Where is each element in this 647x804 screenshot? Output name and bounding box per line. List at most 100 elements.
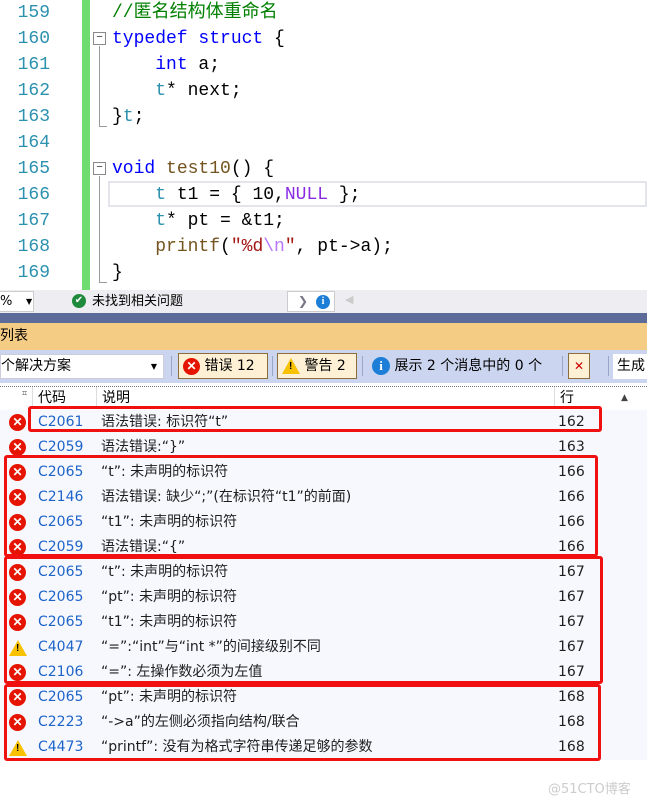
clear-filter-icon: ✕ — [573, 359, 585, 373]
code-line-169[interactable]: } — [112, 260, 123, 286]
build-source-dropdown[interactable]: 生成 — [613, 354, 647, 379]
string: " — [284, 237, 296, 257]
chevron-right-icon[interactable]: ❯ — [298, 294, 308, 308]
errors-filter-button[interactable]: ✕ 错误 12 — [178, 353, 268, 379]
line-number: 162 — [17, 81, 50, 101]
separator — [562, 356, 563, 376]
line-number: 163 — [17, 107, 50, 127]
code-line-168[interactable]: printf("%d\n", pt->a); — [112, 234, 393, 260]
code-text: , pt->a); — [295, 237, 393, 257]
panel-separator — [0, 313, 647, 323]
comment: //匿名结构体重命名 — [112, 3, 278, 23]
highlight-box — [4, 556, 603, 684]
info-icon[interactable]: i — [316, 295, 330, 309]
highlight-box — [4, 684, 601, 761]
error-list-title-bar: 列表 — [0, 323, 647, 350]
error-list-toolbar: 个解决方案 ▼ ✕ 错误 12 ! 警告 2 i 展示 2 个消息中的 0 个 ✕… — [0, 350, 647, 383]
code-text: } — [112, 107, 123, 127]
code-text: () { — [230, 159, 275, 179]
code-text: ( — [220, 237, 231, 257]
type-name: t — [122, 107, 134, 127]
column-options-icon[interactable]: ⌗ — [22, 383, 27, 405]
line-number: 161 — [17, 55, 50, 75]
errors-label: 错误 12 — [204, 358, 255, 374]
line-number: 169 — [17, 263, 50, 283]
code-line-165[interactable]: void test10() { — [112, 156, 274, 182]
fold-guide — [99, 46, 100, 126]
fold-collapse-icon[interactable]: − — [93, 32, 106, 45]
sort-ascending-icon: ▲ — [621, 393, 628, 403]
warnings-label: 警告 2 — [304, 358, 346, 374]
watermark: @51CTO博客 — [548, 782, 631, 797]
separator — [362, 356, 363, 376]
code-text: } — [112, 263, 123, 283]
code-line-167[interactable]: t* pt = &t1; — [112, 208, 285, 234]
code-editor[interactable]: 159 160 161 162 163 164 165 166 167 168 169 − − //… — [0, 0, 647, 290]
header-label: 代码 — [38, 390, 66, 406]
error-list-header: ⌗ 代码 说明 行 ▲ — [0, 383, 647, 409]
warnings-filter-button[interactable]: ! 警告 2 — [277, 353, 357, 379]
code-text: * next; — [166, 81, 242, 101]
separator — [272, 356, 273, 376]
line-number: 166 — [17, 185, 50, 205]
type-name: t — [155, 81, 167, 101]
function-name: test10 — [155, 159, 231, 179]
code-text: t1 = { 10, — [166, 185, 285, 205]
line-number: 165 — [17, 159, 50, 179]
type-name: t — [155, 211, 167, 231]
line-number: 164 — [17, 133, 50, 153]
header-label: 说明 — [102, 390, 130, 406]
scope-dropdown[interactable]: 个解决方案 ▼ — [0, 354, 164, 379]
highlight-box — [4, 455, 598, 557]
type-name: t — [155, 185, 167, 205]
panel-title: 列表 — [0, 328, 28, 344]
string: "%d — [230, 237, 264, 257]
code-line-162[interactable]: t* next; — [112, 78, 242, 104]
chevron-down-icon: ▼ — [26, 297, 33, 306]
separator — [171, 356, 172, 376]
clear-filter-button[interactable]: ✕ — [568, 353, 590, 379]
code-line-159[interactable]: //匿名结构体重命名 — [112, 0, 278, 26]
line-number: 167 — [17, 211, 50, 231]
keyword: int — [155, 55, 188, 75]
warning-icon: ! — [282, 358, 300, 374]
macro: NULL — [284, 185, 329, 205]
zoom-value: % — [0, 294, 13, 309]
error-icon: ✕ — [9, 414, 26, 431]
code-text: ; — [133, 107, 145, 127]
code-line-166[interactable]: t t1 = { 10,NULL }; — [112, 182, 360, 208]
code-line-161[interactable]: int a; — [112, 52, 220, 78]
messages-label: 展示 2 个消息中的 0 个 — [394, 358, 543, 374]
code-line-163[interactable]: }t; — [112, 104, 144, 130]
check-icon: ✔ — [72, 294, 86, 308]
separator — [608, 356, 609, 376]
scope-value: 个解决方案 — [1, 358, 71, 374]
line-number: 159 — [17, 3, 50, 23]
fold-collapse-icon[interactable]: − — [93, 162, 106, 175]
keyword: typedef struct — [112, 29, 264, 49]
fold-guide-end — [99, 282, 107, 283]
messages-filter-button[interactable]: i 展示 2 个消息中的 0 个 — [372, 353, 542, 379]
fold-guide — [99, 176, 100, 282]
error-icon: ✕ — [9, 439, 26, 456]
highlight-box — [28, 406, 602, 432]
escape-sequence: \n — [263, 237, 285, 257]
info-icon: i — [372, 357, 390, 375]
function-name: printf — [155, 237, 221, 257]
navigation-buttons[interactable]: ❯ i — [287, 291, 335, 312]
build-label: 生成 — [617, 358, 645, 374]
header-label: 行 — [560, 390, 574, 406]
line-number: 160 — [17, 29, 50, 49]
error-icon: ✕ — [183, 357, 200, 375]
code-line-160[interactable]: typedef struct { — [112, 26, 285, 52]
code-text: a; — [187, 55, 221, 75]
issues-status[interactable]: 未找到相关问题 — [92, 290, 183, 313]
scroll-left-icon[interactable]: ◀ — [345, 293, 353, 306]
editor-status-bar: % ▼ ✔ 未找到相关问题 ❯ i ◀ — [0, 290, 647, 313]
chevron-down-icon: ▼ — [150, 362, 157, 371]
keyword: void — [112, 159, 156, 179]
code-text: { — [263, 29, 285, 49]
code-text: * pt = &t1; — [166, 211, 285, 231]
fold-guide-end — [99, 126, 107, 127]
zoom-dropdown[interactable]: % ▼ — [0, 291, 34, 312]
